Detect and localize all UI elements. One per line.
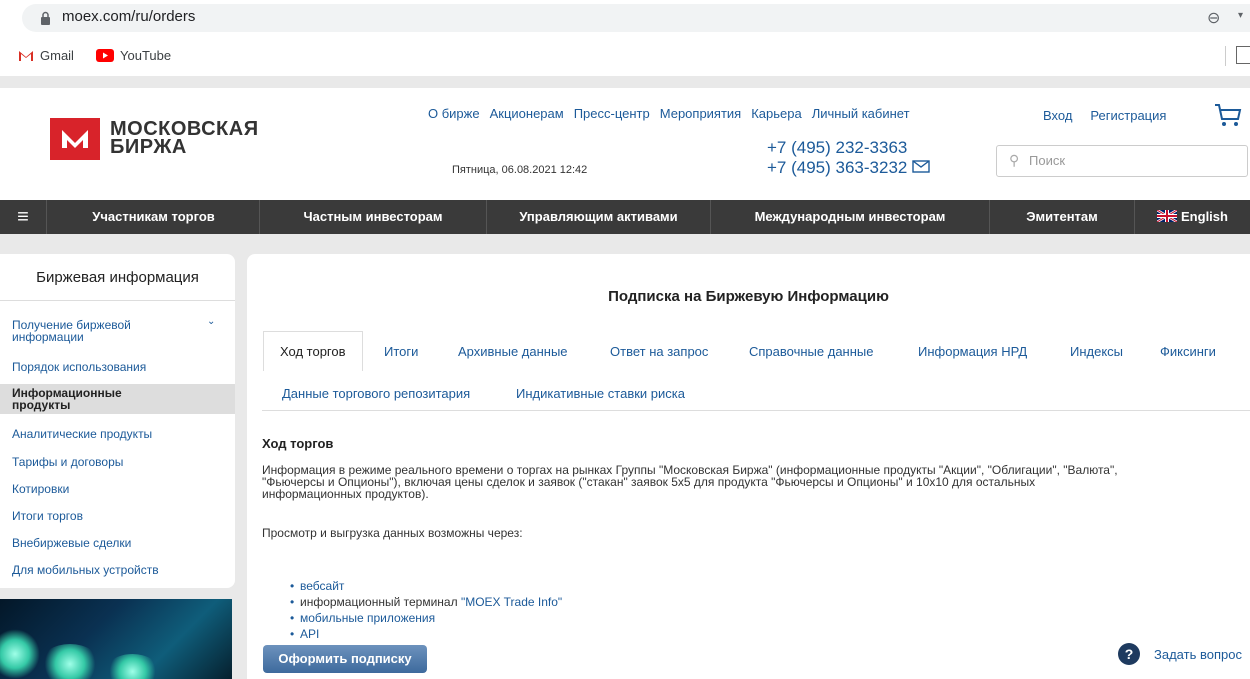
bookmarks-bar: Gmail YouTube (0, 38, 1250, 76)
access-methods-list: вебсайт информационный терминал "MOEX Tr… (290, 578, 562, 642)
omnibox[interactable] (22, 4, 1250, 32)
sidebar-item-trading-results[interactable]: Итоги торгов (0, 510, 235, 522)
hamburger-menu-icon[interactable]: ≡ (0, 200, 47, 234)
menu-english[interactable]: English (1135, 200, 1250, 234)
bookmark-label: YouTube (120, 48, 172, 63)
nav-press-center[interactable]: Пресс-центр (574, 106, 650, 121)
register-link[interactable]: Регистрация (1090, 108, 1166, 123)
cart-icon[interactable] (1213, 102, 1243, 128)
sidebar-title: Биржевая информация (36, 269, 199, 286)
tab-fixings[interactable]: Фиксинги (1160, 344, 1216, 359)
search-icon: ⚲ (1009, 152, 1020, 168)
list-item: информационный терминал "MOEX Trade Info… (290, 594, 562, 610)
gmail-icon (19, 50, 33, 61)
phone-number-1[interactable]: +7 (495) 232-3363 (767, 138, 907, 158)
tab-indices[interactable]: Индексы (1070, 344, 1123, 359)
auth-links: Вход Регистрация (1043, 108, 1166, 123)
tab-reference-data[interactable]: Справочные данные (749, 344, 873, 359)
top-navigation: О бирже Акционерам Пресс-центр Мероприят… (428, 106, 910, 121)
ask-question-link[interactable]: Задать вопрос (1154, 647, 1242, 662)
menu-issuers[interactable]: Эмитентам (990, 200, 1135, 234)
bookmark-label: Gmail (40, 48, 74, 63)
access-intro: Просмотр и выгрузка данных возможны чере… (262, 526, 523, 540)
tab-trade-repository[interactable]: Данные торгового репозитария (282, 386, 470, 401)
zoom-icon[interactable]: ⊖ (1207, 8, 1220, 28)
search-placeholder: Поиск (1029, 153, 1066, 168)
current-date: Пятница, 06.08.2021 12:42 (452, 164, 588, 176)
chevron-down-icon[interactable]: ▾ (1238, 10, 1243, 21)
sidebar-item-quotes[interactable]: Котировки (0, 483, 235, 495)
nav-about[interactable]: О бирже (428, 106, 480, 121)
tab-trading-progress[interactable]: Ход торгов (263, 331, 363, 371)
tabs-divider (262, 410, 1250, 411)
menu-asset-managers[interactable]: Управляющим активами (487, 200, 711, 234)
sidebar-item-otc-deals[interactable]: Внебиржевые сделки (0, 537, 235, 549)
reading-list-icon[interactable] (1236, 46, 1250, 64)
url-text[interactable]: moex.com/ru/orders (62, 8, 195, 25)
menu-trading-participants[interactable]: Участникам торгов (48, 200, 260, 234)
nav-shareholders[interactable]: Акционерам (490, 106, 564, 121)
main-menu: ≡ Участникам торгов Частным инвесторам У… (0, 200, 1250, 234)
tab-nsd-info[interactable]: Информация НРД (918, 344, 1027, 359)
sidebar-banner-image[interactable] (0, 599, 232, 679)
menu-international-investors[interactable]: Международным инвесторам (711, 200, 990, 234)
nav-personal-account[interactable]: Личный кабинет (812, 106, 910, 121)
chevron-down-icon[interactable]: ⌄ (207, 316, 215, 327)
list-item[interactable]: API (290, 626, 562, 642)
bookmarks-separator (1225, 46, 1226, 66)
page-top-gap (0, 76, 1250, 88)
nav-events[interactable]: Мероприятия (660, 106, 742, 121)
login-link[interactable]: Вход (1043, 108, 1072, 123)
bookmark-gmail[interactable]: Gmail (18, 48, 74, 63)
browser-address-bar: moex.com/ru/orders ⊖ ▾ (0, 0, 1250, 38)
mail-icon[interactable] (912, 160, 932, 174)
nav-career[interactable]: Карьера (751, 106, 802, 121)
tab-request-answer[interactable]: Ответ на запрос (610, 344, 708, 359)
description-line-3: информационных продуктов). (262, 487, 429, 501)
help-question-icon[interactable]: ? (1118, 643, 1140, 665)
page-title: Подписка на Биржевую Информацию (608, 288, 889, 305)
tab-risk-rates[interactable]: Индикативные ставки риска (516, 386, 685, 401)
site-header: МОСКОВСКАЯ БИРЖА О бирже Акционерам Прес… (0, 88, 1250, 193)
sidebar-item-mobile[interactable]: Для мобильных устройств (0, 564, 235, 576)
moex-logo-icon[interactable] (50, 118, 100, 160)
bookmark-youtube[interactable]: YouTube (96, 48, 171, 63)
phone-number-2[interactable]: +7 (495) 363-3232 (767, 158, 932, 178)
uk-flag-icon (1157, 210, 1178, 222)
tab-archive-data[interactable]: Архивные данные (458, 344, 568, 359)
sidebar-item-analytics[interactable]: Аналитические продукты (0, 428, 235, 440)
sidebar-item-tariffs[interactable]: Тарифы и договоры (0, 456, 235, 468)
logo-text[interactable]: МОСКОВСКАЯ БИРЖА (110, 119, 259, 157)
tab-results[interactable]: Итоги (384, 344, 418, 359)
sidebar-item-info-products[interactable]: Информационные продукты (0, 384, 235, 414)
sidebar-divider (0, 300, 235, 301)
list-item[interactable]: вебсайт (290, 578, 562, 594)
subscribe-button[interactable]: Оформить подписку (263, 645, 427, 673)
list-item[interactable]: мобильные приложения (290, 610, 562, 626)
lock-icon (41, 11, 50, 25)
menu-private-investors[interactable]: Частным инвесторам (260, 200, 487, 234)
sidebar-item-usage-order[interactable]: Порядок использования (0, 361, 235, 373)
search-input[interactable]: ⚲ Поиск (996, 145, 1248, 177)
sidebar-item-getting-info[interactable]: Получение биржевой информации (0, 319, 200, 343)
youtube-icon (96, 49, 114, 62)
section-title: Ход торгов (262, 436, 334, 451)
